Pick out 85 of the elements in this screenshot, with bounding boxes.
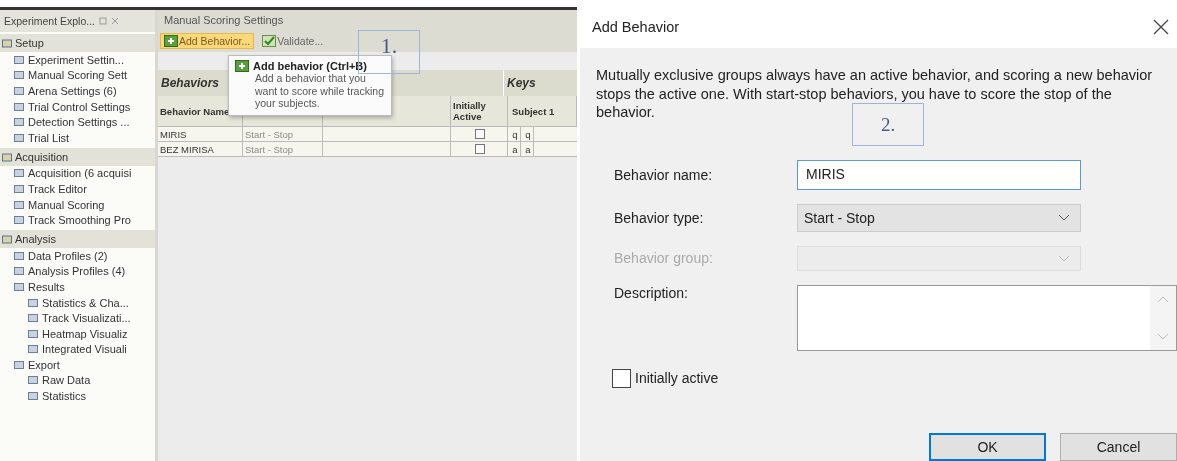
input-field[interactable]: MIRIS — [797, 159, 1081, 190]
tree-item[interactable]: Detection Settings ... — [28, 116, 130, 129]
document-icon — [28, 375, 38, 386]
callout-label: 2. — [852, 103, 924, 146]
document-icon — [14, 101, 24, 112]
section-header[interactable]: Setup — [15, 37, 44, 49]
tree-item[interactable]: Statistics & Cha... — [42, 296, 129, 309]
checkbox[interactable] — [475, 144, 485, 154]
tree-item[interactable]: Integrated Visuali — [42, 343, 127, 356]
tree-item[interactable]: Acquisition (6 acquisi — [28, 167, 132, 180]
column-header: Initially Active — [451, 96, 508, 126]
tree-item[interactable]: Heatmap Visualiz — [42, 327, 128, 340]
table-cell: q — [521, 127, 534, 141]
document-icon — [14, 168, 24, 179]
table-cell: Start - Stop — [243, 142, 323, 156]
dropdown[interactable]: Start - Stop — [797, 203, 1081, 232]
document-icon — [14, 70, 24, 81]
chevron-down-icon — [1058, 214, 1070, 221]
tree-item[interactable]: Results — [28, 280, 65, 293]
table-cell: a — [521, 142, 534, 156]
panel-title: Experiment Explo... — [4, 15, 96, 27]
dialog-title: Add Behavior — [592, 19, 680, 35]
add-behavior-button[interactable]: Add Behavior... — [160, 33, 255, 49]
ok-button[interactable]: OK — [929, 433, 1046, 461]
checkbox-label: Initially active — [635, 370, 719, 386]
document-icon — [28, 391, 38, 402]
table-cell: BEZ MIRISA — [158, 142, 243, 156]
tooltip-text: Add a behavior that you want to score while tracking your subjects. — [254, 72, 385, 110]
column-header: Subject 1 — [508, 96, 577, 126]
checkbox[interactable] — [475, 129, 485, 139]
folder-icon — [2, 233, 12, 244]
document-icon — [14, 132, 24, 143]
tree-item[interactable]: Raw Data — [42, 374, 91, 387]
section-header[interactable]: Analysis — [15, 232, 56, 245]
document-icon — [28, 297, 38, 308]
chevron-down-icon — [1058, 254, 1070, 262]
tree-item[interactable]: Trial List — [28, 131, 70, 144]
document-icon — [28, 344, 38, 355]
field-label: Behavior name: — [614, 166, 714, 183]
tree-item[interactable]: Data Profiles (2) — [28, 249, 108, 262]
plus-icon — [235, 60, 249, 72]
scroll-up-icon[interactable] — [1157, 295, 1169, 303]
document-icon — [14, 54, 24, 65]
cancel-button[interactable]: Cancel — [1060, 433, 1177, 461]
tree-item[interactable]: Statistics — [42, 390, 86, 403]
document-icon — [14, 86, 24, 96]
field-label: Description: — [614, 284, 689, 301]
tree-item[interactable]: Trial Control Settings — [28, 100, 131, 113]
document-icon — [14, 359, 24, 370]
plus-icon — [164, 35, 178, 47]
tree-item[interactable]: Arena Settings (6) — [28, 85, 117, 97]
table-cell: a — [508, 142, 521, 156]
document-icon — [14, 281, 24, 292]
document-icon — [28, 313, 38, 324]
document-icon — [14, 266, 24, 277]
validate-button[interactable]: Validate... — [258, 33, 328, 49]
tree-item[interactable]: Track Smoothing Pro — [28, 214, 131, 227]
field-label: Behavior group: — [614, 250, 714, 266]
checkbox[interactable] — [612, 368, 631, 388]
folder-icon — [2, 38, 12, 48]
tree-item[interactable]: Manual Scoring — [28, 198, 105, 211]
tree-item[interactable]: Manual Scoring Sett — [28, 69, 128, 82]
scroll-down-icon[interactable] — [1157, 332, 1169, 340]
tree-item[interactable]: Analysis Profiles (4) — [28, 265, 126, 278]
tree-item[interactable]: Track Visualizati... — [42, 312, 131, 325]
field-label: Behavior type: — [614, 209, 705, 226]
table-cell: MIRIS — [158, 127, 243, 141]
document-icon — [14, 199, 24, 210]
table-cell: Start - Stop — [243, 127, 323, 141]
panel-title: Manual Scoring Settings — [164, 14, 284, 26]
pin-icon[interactable] — [99, 17, 108, 25]
tree-item[interactable]: Export — [28, 358, 60, 371]
folder-icon — [2, 151, 12, 162]
document-icon — [14, 250, 24, 261]
document-icon — [28, 328, 38, 339]
document-icon — [14, 183, 24, 194]
table-cell: q — [508, 127, 521, 141]
checkmark-icon — [262, 35, 277, 47]
text-area[interactable] — [797, 284, 1177, 351]
tree-item[interactable]: Track Editor — [28, 182, 87, 195]
tree-item[interactable]: Experiment Settin... — [28, 53, 124, 66]
document-icon — [14, 215, 24, 226]
close-icon[interactable] — [1153, 19, 1169, 35]
document-icon — [14, 117, 24, 128]
group-header: Behaviors — [160, 76, 220, 90]
